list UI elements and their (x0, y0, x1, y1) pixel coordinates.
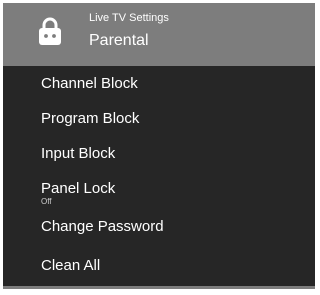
lock-icon (38, 16, 62, 46)
menu-item-change-password[interactable]: Change Password (41, 218, 164, 235)
header-title: Parental (89, 32, 149, 49)
menu-item-clean-all[interactable]: Clean All (41, 257, 100, 274)
menu-item-input-block[interactable]: Input Block (41, 145, 115, 162)
menu-item-panel-lock[interactable]: Panel Lock (41, 180, 115, 197)
bottom-divider (3, 286, 315, 289)
menu-item-program-block[interactable]: Program Block (41, 110, 139, 127)
menu-item-channel-block[interactable]: Channel Block (41, 75, 138, 92)
header-subtitle: Live TV Settings (89, 12, 169, 24)
parental-settings-panel: Live TV Settings Parental Channel Block … (3, 3, 315, 289)
panel-lock-status: Off (41, 197, 52, 206)
settings-header: Live TV Settings Parental (3, 3, 315, 66)
